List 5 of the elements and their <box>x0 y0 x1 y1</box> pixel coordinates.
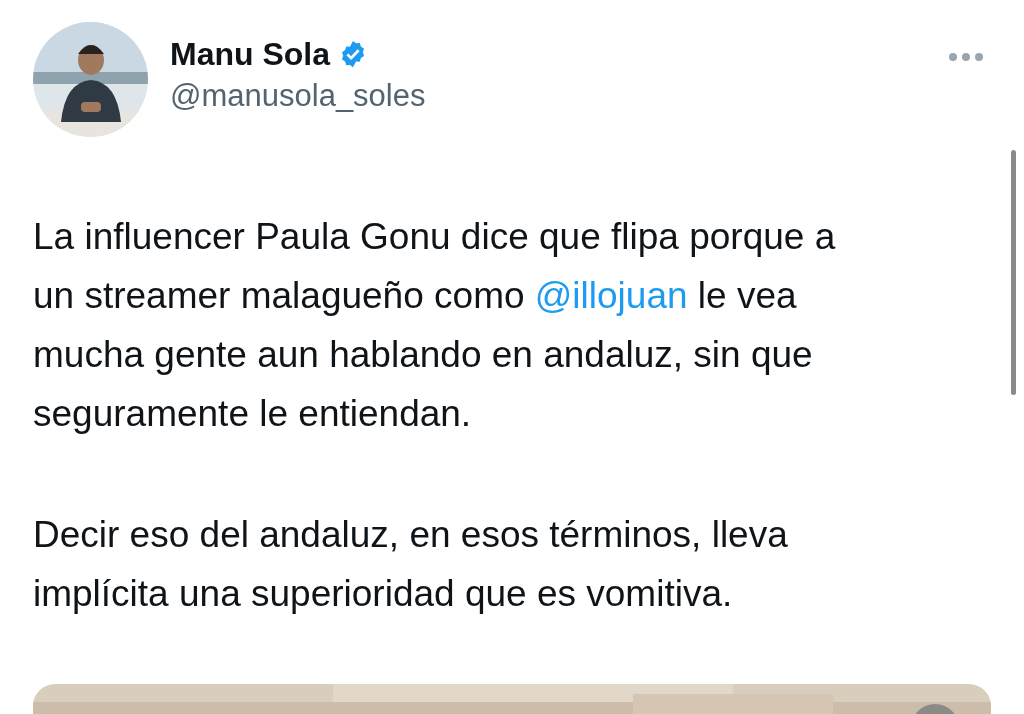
tweet-paragraph: La influencer Paula Gonu dice que flipa porque a un streamer malagueño como @illojuan le vea mucha gente aun hablando en andaluz, sin que seguramente le entiendan. <box>33 215 836 436</box>
author-name[interactable]: Manu Sola <box>170 38 330 70</box>
tweet-paragraph: Decir eso del andaluz, en esos términos, lleva implícita una superioridad que es vomitiva. <box>33 513 788 616</box>
more-icon[interactable] <box>948 52 984 62</box>
author-handle[interactable]: @manusola_soles <box>170 80 948 111</box>
